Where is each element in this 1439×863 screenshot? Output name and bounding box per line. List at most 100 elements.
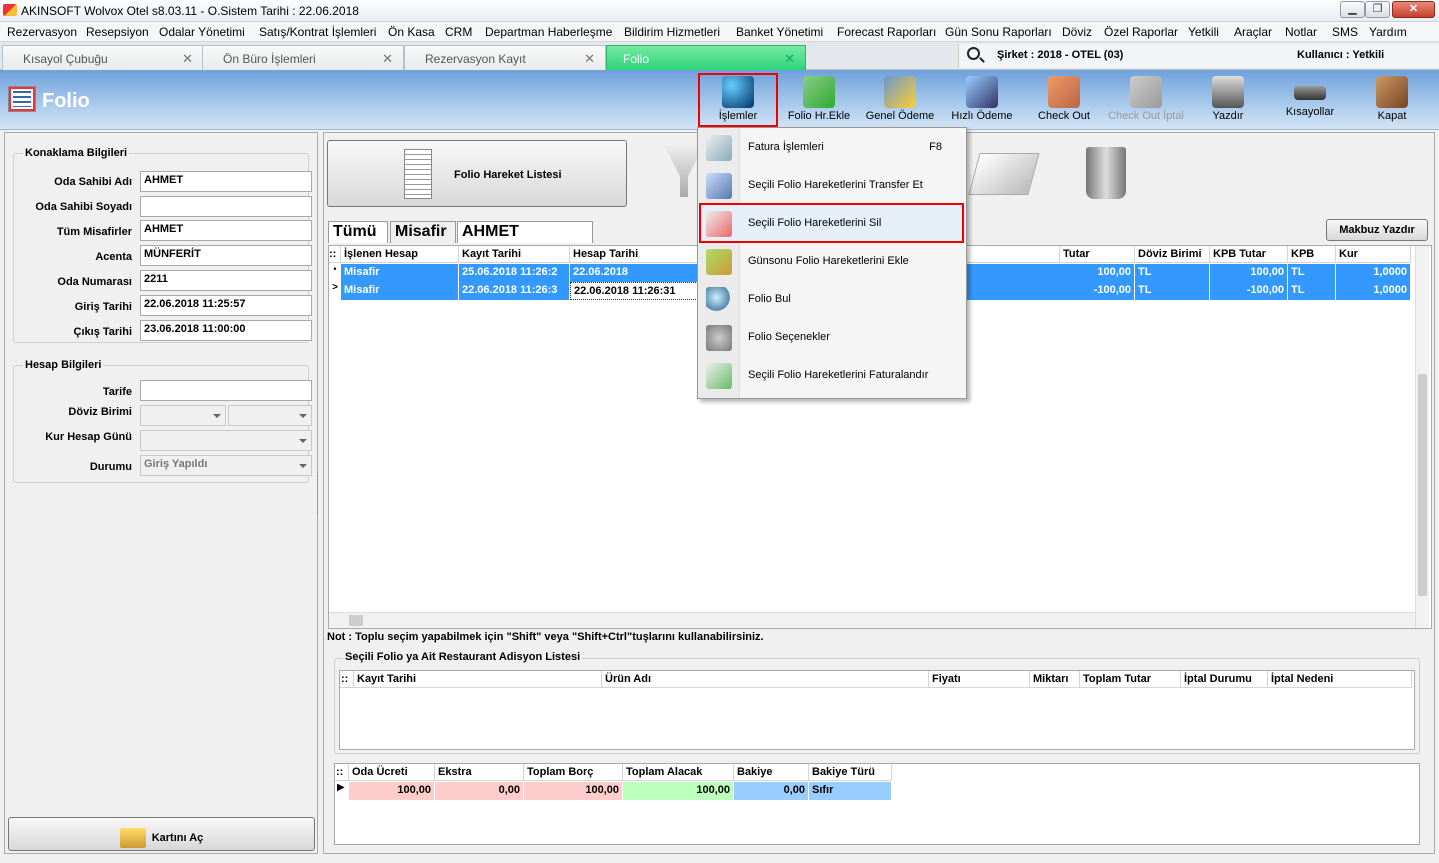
column-header[interactable]: İptal Nedeni [1268,671,1412,688]
minimize-button[interactable]: ▁ [1340,1,1365,18]
genel-odeme-button[interactable]: Genel Ödeme [860,72,940,128]
makbuz-yazdir-button[interactable]: Makbuz Yazdır [1326,219,1428,241]
menu-notlar[interactable]: Notlar [1285,25,1317,39]
menu-rezervasyon[interactable]: Rezervasyon [7,25,77,39]
menu-item-secenekler[interactable]: Folio Seçenekler [698,319,966,357]
menu-gunsonu[interactable]: Gün Sonu Raporları [945,25,1052,39]
filter-tab-ahmet[interactable]: AHMET [457,221,593,243]
column-header[interactable]: Kayıt Tarihi [459,246,570,263]
kisayollar-button[interactable]: Kısayollar [1270,72,1350,128]
menu-item-gunsonu[interactable]: Günsonu Folio Hareketlerini Ekle [698,243,966,281]
ekstra-value: 0,00 [435,782,524,800]
column-header[interactable]: Kur [1336,246,1411,263]
menu-item-shortcut: F8 [929,141,942,153]
tab-folio[interactable]: Folio ✕ [606,45,806,70]
scrollbar-thumb[interactable] [349,615,363,626]
adisyon-grid: :: Kayıt Tarihi Ürün Adı Fiyatı Miktarı … [339,670,1415,750]
column-header[interactable]: Tutar [1060,246,1135,263]
menu-sms[interactable]: SMS [1332,25,1358,39]
column-header[interactable]: İptal Durumu [1181,671,1268,688]
menu-odalar[interactable]: Odalar Yönetimi [159,25,245,39]
check-out-button[interactable]: Check Out [1024,72,1104,128]
column-header[interactable]: KPB [1288,246,1336,263]
menu-crm[interactable]: CRM [445,25,472,39]
menu-ozel-raporlar[interactable]: Özel Raporlar [1104,25,1178,39]
menu-doviz[interactable]: Döviz [1062,25,1092,39]
close-tab-icon[interactable]: ✕ [784,51,795,67]
menu-banket[interactable]: Banket Yönetimi [736,25,823,39]
tum-misafirler-field[interactable]: AHMET [140,220,312,241]
menu-forecast[interactable]: Forecast Raporları [837,25,936,39]
column-header[interactable]: Miktarı [1030,671,1080,688]
filter-tab-misafir[interactable]: Misafir [390,221,456,243]
menu-yetkili[interactable]: Yetkili [1188,25,1219,39]
menu-item-fatura-islemleri[interactable]: Fatura İşlemleri F8 [698,129,966,167]
column-header[interactable]: Kayıt Tarihi [354,671,602,688]
menu-resepsiyon[interactable]: Resepsiyon [86,25,149,39]
tarife-field[interactable] [140,380,312,401]
grid-cell: TL [1288,264,1336,282]
menu-bildirim[interactable]: Bildirim Hizmetleri [624,25,720,39]
vertical-scrollbar[interactable] [1415,246,1429,628]
menu-yardim[interactable]: Yardım [1369,25,1407,39]
close-button[interactable]: ✕ [1392,1,1435,18]
menu-item-faturalandir[interactable]: Seçili Folio Hareketlerini Faturalandır [698,357,966,395]
maximize-button[interactable]: ❐ [1365,1,1390,18]
folio-hareket-listesi-label: Folio Hareket Listesi [454,169,562,181]
note-text: Not : Toplu seçim yapabilmek için "Shift… [327,631,764,643]
kur-hesap-gunu-select[interactable] [140,430,312,451]
tab-onburo[interactable]: Ön Büro İşlemleri ✕ [202,45,404,70]
oda-sahibi-adi-field[interactable]: AHMET [140,171,312,192]
oda-sahibi-soyadi-field[interactable] [140,196,312,217]
grid-cell: 22.06.2018 [570,264,698,282]
column-header[interactable]: Toplam Tutar [1080,671,1181,688]
horizontal-scrollbar[interactable] [329,612,1415,628]
menu-item-label: Seçili Folio Hareketlerini Faturalandır [748,369,929,381]
toolbar-label: Kapat [1377,110,1407,122]
company-label: Şirket : 2018 - OTEL (03) [997,49,1124,61]
doviz-birimi-select-2[interactable] [228,405,312,426]
check-out-iptal-button[interactable]: Check Out İptal [1106,72,1186,128]
durumu-select[interactable]: Giriş Yapıldı [140,455,312,476]
column-header[interactable]: Döviz Birimi [1135,246,1210,263]
close-tab-icon[interactable]: ✕ [584,51,595,67]
acenta-field[interactable]: MÜNFERİT [140,245,312,266]
scrollbar-thumb[interactable] [1418,374,1427,596]
grid-cell: 25.06.2018 11:26:2 [459,264,570,282]
column-header[interactable]: İşlenen Hesap [341,246,459,263]
doviz-birimi-select[interactable] [140,405,226,426]
yazdir-button[interactable]: Yazdır [1188,72,1268,128]
toolbar-label: Yazdır [1212,110,1244,122]
menu-satis[interactable]: Satış/Kontrat İşlemleri [259,25,376,39]
cikis-tarihi-field[interactable]: 23.06.2018 11:00:00 [140,320,312,341]
toplam-alacak-value: 100,00 [623,782,734,800]
tab-rezervasyon-kayit[interactable]: Rezervasyon Kayıt ✕ [404,45,606,70]
folio-hr-ekle-button[interactable]: Folio Hr.Ekle [779,72,859,128]
column-header[interactable]: Fiyatı [929,671,1030,688]
kartini-ac-button[interactable]: Kartını Aç [8,817,315,851]
kapat-button[interactable]: Kapat [1352,72,1432,128]
filter-tab-tumu[interactable]: Tümü [328,221,388,243]
bakiye-value: 0,00 [734,782,809,800]
menu-araclar[interactable]: Araçlar [1234,25,1272,39]
menu-item-transfer[interactable]: Seçili Folio Hareketlerini Transfer Et [698,167,966,205]
splitter-handle[interactable] [317,475,321,515]
giris-tarihi-field[interactable]: 22.06.2018 11:25:57 [140,295,312,316]
close-tab-icon[interactable]: ✕ [182,51,193,67]
hizli-odeme-button[interactable]: Hızlı Ödeme [942,72,1022,128]
column-header[interactable]: Hesap Tarihi [570,246,698,263]
column-header[interactable]: Ürün Adı [602,671,929,688]
menu-departman[interactable]: Departman Haberleşme [485,25,612,39]
close-tab-icon[interactable]: ✕ [382,51,393,67]
column-header[interactable]: KPB Tutar [1210,246,1288,263]
row-pointer-icon: ▶ [337,782,345,793]
menu-onkasa[interactable]: Ön Kasa [388,25,435,39]
page-title: Folio [42,90,90,112]
menu-item-folio-bul[interactable]: Folio Bul [698,281,966,319]
folio-hareket-listesi-button[interactable]: Folio Hareket Listesi [327,140,627,207]
search-icon[interactable] [967,47,980,60]
oda-numarasi-field[interactable]: 2211 [140,270,312,291]
field-label: Döviz Birimi [68,406,132,418]
tab-kisayol[interactable]: Kısayol Çubuğu ✕ [2,45,204,70]
menu-item-label: Fatura İşlemleri [748,141,824,153]
